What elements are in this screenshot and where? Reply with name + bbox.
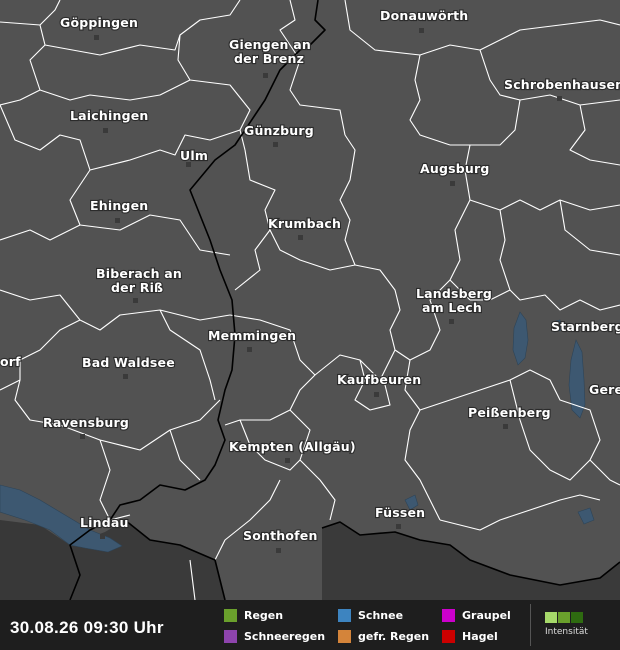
- city-label-giengen: Giengen an: [229, 37, 311, 52]
- city-label-landsberg: Landsberg: [416, 286, 492, 301]
- legend-swatch-gefr-regen: [338, 629, 351, 643]
- city-label-goeppingen: Göppingen: [60, 15, 138, 30]
- city-label-biberach: Biberach an: [96, 266, 182, 281]
- city-label-orf: orf: [0, 354, 21, 369]
- intensity-scale: Intensität: [545, 612, 593, 637]
- city-label-sonthofen: Sonthofen: [243, 528, 318, 543]
- legend-bar: 30.08.26 09:30 Uhr Regen Schneeregen Sch…: [0, 600, 620, 650]
- intensity-swatch-high: [571, 612, 583, 623]
- city-label-laichingen: Laichingen: [70, 108, 149, 123]
- city-label-krumbach: Krumbach: [268, 216, 341, 231]
- city-label-peissenberg: Peißenberg: [468, 405, 551, 420]
- legend-divider: [530, 604, 531, 646]
- timestamp: 30.08.26 09:30 Uhr: [10, 618, 164, 637]
- city-label-lindau: Lindau: [80, 515, 129, 530]
- legend-item-gefr-regen: gefr. Regen: [338, 629, 429, 643]
- city-label-donauwoerth: Donauwörth: [380, 8, 468, 23]
- legend-label-gefr-regen: gefr. Regen: [358, 629, 430, 643]
- city-label-augsburg: Augsburg: [420, 161, 490, 176]
- legend-swatch-schnee: [338, 608, 351, 622]
- legend-item-regen: Regen: [224, 608, 283, 622]
- city-label-bad-waldsee: Bad Waldsee: [82, 355, 175, 370]
- intensity-label: Intensität: [545, 627, 588, 637]
- legend-label-regen: Regen: [244, 608, 284, 622]
- intensity-swatch-low: [545, 612, 557, 623]
- legend-swatch-graupel: [442, 608, 455, 622]
- city-label-fuessen: Füssen: [375, 505, 425, 520]
- city-label-ravensburg: Ravensburg: [43, 415, 129, 430]
- legend-item-hagel: Hagel: [442, 629, 498, 643]
- legend-label-schnee: Schnee: [358, 608, 404, 622]
- weather-radar-map[interactable]: Göppingen Giengen an der Brenz Donauwört…: [0, 0, 620, 650]
- legend-label-schneeregen: Schneeregen: [244, 629, 326, 643]
- city-label-starnberg: Starnberg: [551, 319, 620, 334]
- intensity-swatch-mid: [558, 612, 570, 623]
- legend-item-graupel: Graupel: [442, 608, 511, 622]
- legend-swatch-hagel: [442, 629, 455, 643]
- legend-item-schnee: Schnee: [338, 608, 403, 622]
- city-label-guenzburg: Günzburg: [244, 123, 314, 138]
- legend-label-graupel: Graupel: [462, 608, 511, 622]
- legend-swatch-schneeregen: [224, 629, 237, 643]
- city-label-giengen-2: der Brenz: [234, 51, 304, 66]
- city-label-ehingen: Ehingen: [90, 198, 148, 213]
- legend-label-hagel: Hagel: [462, 629, 498, 643]
- city-label-gere: Gere: [589, 382, 620, 397]
- city-label-schrobenhausen: Schrobenhausen: [504, 77, 620, 92]
- city-label-kaufbeuren: Kaufbeuren: [337, 372, 421, 387]
- city-label-ulm: Ulm: [180, 148, 208, 163]
- city-label-biberach-2: der Riß: [111, 280, 163, 295]
- city-label-landsberg-2: am Lech: [422, 300, 482, 315]
- legend-item-schneeregen: Schneeregen: [224, 629, 325, 643]
- city-label-kempten: Kempten (Allgäu): [229, 439, 356, 454]
- legend-swatch-regen: [224, 608, 237, 622]
- city-label-memmingen: Memmingen: [208, 328, 296, 343]
